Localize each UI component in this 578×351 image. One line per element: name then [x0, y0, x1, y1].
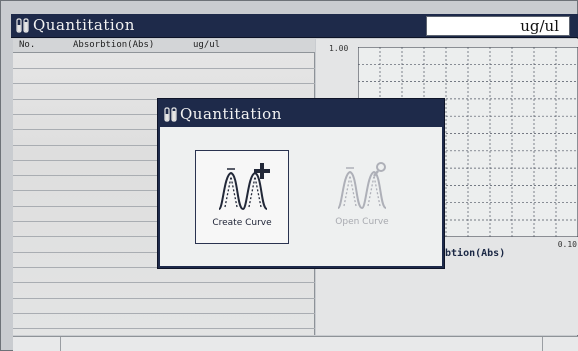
- y-axis-max-tick: 1.00: [329, 44, 349, 53]
- dialog-title: Quantitation: [180, 105, 282, 123]
- table-row: [13, 68, 315, 69]
- app-window: Quantitation ug/ul No. Absorbtion(Abs) u…: [0, 0, 578, 351]
- create-curve-button[interactable]: Create Curve: [195, 150, 289, 244]
- open-curve-button[interactable]: Open Curve: [315, 150, 409, 244]
- quantitation-dialog: Quantitation Create Curve Open Curve: [157, 98, 445, 269]
- column-header-no: No.: [19, 40, 36, 50]
- title-bar: Quantitation ug/ul: [11, 14, 578, 38]
- x-axis-label: rbtion(Abs): [439, 248, 506, 259]
- test-tubes-icon: [164, 107, 177, 122]
- status-segment: [13, 337, 61, 351]
- table-header: No. Absorbtion(Abs) ug/ul: [13, 39, 315, 53]
- unit-display: ug/ul: [426, 16, 570, 36]
- unit-value: ug/ul: [520, 17, 559, 35]
- table-row: [13, 83, 315, 85]
- column-header-absorbtion: Absorbtion(Abs): [73, 40, 155, 50]
- open-curve-icon: [337, 162, 387, 210]
- table-row: [13, 297, 315, 299]
- status-segment: [61, 337, 543, 351]
- open-curve-label: Open Curve: [335, 217, 389, 227]
- table-row: [13, 312, 315, 314]
- column-header-concentration: ug/ul: [193, 40, 221, 50]
- x-axis-max-tick: 0.10: [557, 240, 577, 249]
- table-row: [13, 282, 315, 284]
- dialog-body: Create Curve Open Curve: [160, 127, 442, 266]
- test-tubes-icon: [16, 18, 29, 33]
- create-curve-icon: [218, 163, 270, 211]
- table-row: [13, 328, 315, 330]
- status-bar: [13, 336, 578, 351]
- create-curve-label: Create Curve: [212, 218, 272, 228]
- window-title: Quantitation: [33, 16, 135, 34]
